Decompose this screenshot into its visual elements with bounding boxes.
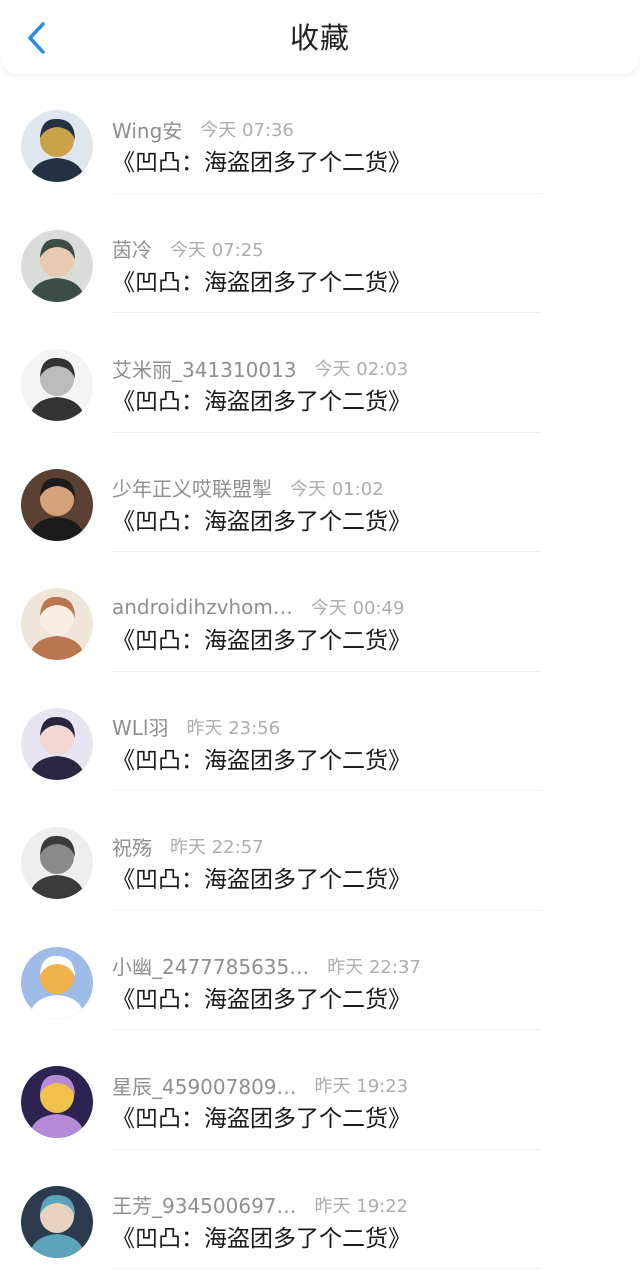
timestamp: 昨天 23:56 bbox=[186, 717, 281, 739]
timestamp: 今天 07:36 bbox=[200, 120, 294, 141]
avatar[interactable] bbox=[21, 707, 93, 780]
timestamp: 今天 07:25 bbox=[170, 239, 264, 261]
favorite-title[interactable]: 《凹凸：海盗团多了个二货》 bbox=[112, 626, 411, 656]
list-item[interactable]: 艾米丽_341310013 今天 02:03 《凹凸：海盗团多了个二货》 bbox=[0, 313, 640, 433]
favorite-title[interactable]: 《凹凸：海盗团多了个二货》 bbox=[112, 268, 411, 298]
username[interactable]: 小幽_2477785635… bbox=[112, 951, 309, 980]
timestamp: 昨天 19:22 bbox=[314, 1195, 409, 1217]
timestamp: 今天 00:49 bbox=[310, 598, 405, 619]
avatar-image bbox=[21, 588, 93, 660]
favorite-title[interactable]: 《凹凸：海盗团多了个二货》 bbox=[112, 1224, 411, 1254]
item-meta: 星辰_459007809… 昨天 19:23 bbox=[112, 1071, 409, 1100]
item-meta: 祝殇 昨天 22:57 bbox=[112, 832, 264, 861]
item-meta: 茵冷 今天 07:25 bbox=[112, 236, 264, 262]
item-meta: 王芳_934500697… 昨天 19:22 bbox=[112, 1192, 408, 1218]
username[interactable]: 茵冷 bbox=[112, 234, 152, 263]
favorite-title[interactable]: 《凹凸：海盗团多了个二货》 bbox=[112, 387, 411, 417]
timestamp: 今天 02:03 bbox=[314, 359, 409, 380]
avatar-image bbox=[21, 468, 93, 541]
favorite-title[interactable]: 《凹凸：海盗团多了个二货》 bbox=[112, 985, 411, 1015]
avatar-image bbox=[21, 827, 93, 899]
item-meta: Wing安 今天 07:36 bbox=[112, 115, 294, 144]
favorite-title[interactable]: 《凹凸：海盗团多了个二货》 bbox=[112, 148, 411, 178]
item-meta: androidihzvhom… 今天 00:49 bbox=[112, 594, 404, 620]
favorite-title[interactable]: 《凹凸：海盗团多了个二货》 bbox=[112, 1104, 411, 1134]
timestamp: 昨天 22:37 bbox=[327, 956, 421, 978]
username[interactable]: 星辰_459007809… bbox=[112, 1071, 297, 1100]
favorites-list: Wing安 今天 07:36 《凹凸：海盗团多了个二货》 茵冷 今天 07:25 《凹凸：… bbox=[0, 74, 640, 1269]
list-item[interactable]: 少年正义哎联盟掣 今天 01:02 《凹凸：海盗团多了个二货》 bbox=[0, 433, 640, 552]
avatar[interactable] bbox=[21, 827, 93, 899]
item-meta: 少年正义哎联盟掣 今天 01:02 bbox=[112, 475, 384, 501]
avatar[interactable] bbox=[21, 1066, 93, 1138]
avatar-image bbox=[21, 110, 93, 182]
list-item[interactable]: 祝殇 昨天 22:57 《凹凸：海盗团多了个二货》 bbox=[0, 791, 640, 911]
list-item[interactable]: 王芳_934500697… 昨天 19:22 《凹凸：海盗团多了个二货》 bbox=[0, 1150, 640, 1269]
username[interactable]: WLl羽 bbox=[112, 712, 168, 741]
top-bar: 收藏 bbox=[0, 0, 640, 74]
username[interactable]: 艾米丽_341310013 bbox=[112, 354, 297, 383]
divider bbox=[112, 1268, 540, 1269]
avatar[interactable] bbox=[21, 110, 93, 182]
avatar-image bbox=[21, 1185, 93, 1258]
list-item[interactable]: 小幽_2477785635… 昨天 22:37 《凹凸：海盗团多了个二货》 bbox=[0, 911, 640, 1030]
avatar[interactable] bbox=[21, 468, 93, 541]
avatar-image bbox=[21, 229, 93, 302]
favorite-title[interactable]: 《凹凸：海盗团多了个二货》 bbox=[112, 865, 411, 895]
username[interactable]: 祝殇 bbox=[112, 832, 152, 861]
avatar-image bbox=[21, 707, 93, 780]
timestamp: 昨天 19:23 bbox=[314, 1076, 409, 1097]
list-item[interactable]: androidihzvhom… 今天 00:49 《凹凸：海盗团多了个二货》 bbox=[0, 552, 640, 672]
avatar-image bbox=[21, 946, 93, 1019]
page-title: 收藏 bbox=[289, 21, 350, 55]
timestamp: 今天 01:02 bbox=[290, 478, 384, 500]
username[interactable]: 王芳_934500697… bbox=[112, 1190, 297, 1219]
avatar[interactable] bbox=[21, 229, 93, 302]
list-item[interactable]: WLl羽 昨天 23:56 《凹凸：海盗团多了个二货》 bbox=[0, 672, 640, 791]
list-item[interactable]: Wing安 今天 07:36 《凹凸：海盗团多了个二货》 bbox=[0, 74, 640, 194]
avatar[interactable] bbox=[21, 1185, 93, 1258]
favorite-title[interactable]: 《凹凸：海盗团多了个二货》 bbox=[112, 507, 411, 537]
avatar-image bbox=[21, 349, 93, 421]
avatar[interactable] bbox=[21, 588, 93, 660]
favorite-title[interactable]: 《凹凸：海盗团多了个二货》 bbox=[112, 746, 411, 776]
avatar[interactable] bbox=[21, 946, 93, 1019]
list-item[interactable]: 茵冷 今天 07:25 《凹凸：海盗团多了个二货》 bbox=[0, 194, 640, 313]
item-meta: WLl羽 昨天 23:56 bbox=[112, 714, 280, 740]
list-item[interactable]: 星辰_459007809… 昨天 19:23 《凹凸：海盗团多了个二货》 bbox=[0, 1030, 640, 1150]
item-meta: 小幽_2477785635… 昨天 22:37 bbox=[112, 953, 421, 979]
avatar-image bbox=[21, 1066, 93, 1138]
username[interactable]: Wing安 bbox=[112, 115, 182, 144]
username[interactable]: 少年正义哎联盟掣 bbox=[112, 473, 272, 502]
username[interactable]: androidihzvhom… bbox=[112, 595, 293, 619]
avatar[interactable] bbox=[21, 349, 93, 421]
item-meta: 艾米丽_341310013 今天 02:03 bbox=[112, 354, 409, 383]
timestamp: 昨天 22:57 bbox=[170, 837, 264, 858]
